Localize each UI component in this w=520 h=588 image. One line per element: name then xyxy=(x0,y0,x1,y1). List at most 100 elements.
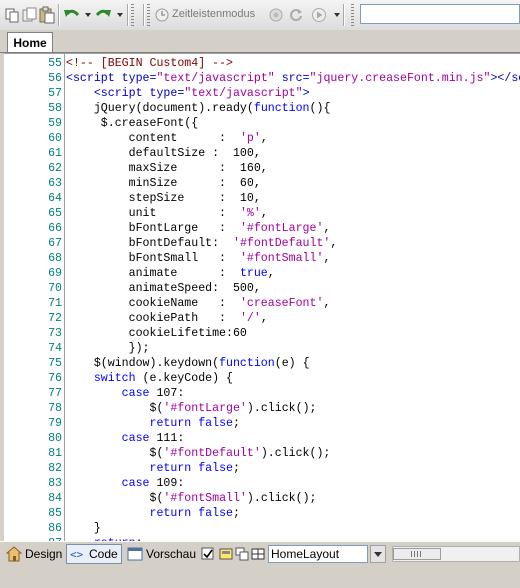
timeline-mode-icon[interactable] xyxy=(154,5,170,25)
tab-strip: Home xyxy=(0,30,520,53)
code-text: animate : true, xyxy=(66,266,275,281)
code-token: '#fontLarge' xyxy=(239,222,324,235)
preview-view-label: Vorschau xyxy=(146,547,197,561)
code-line[interactable]: 68 bFontSmall : '#fontSmall', xyxy=(4,251,520,266)
code-line[interactable]: 85 return false; xyxy=(4,506,520,521)
frames-toggle[interactable] xyxy=(235,544,252,564)
code-token: (e) { xyxy=(274,357,310,370)
line-number: 74 xyxy=(48,342,62,355)
code-text: case 111: xyxy=(66,431,185,446)
code-line[interactable]: 69 animate : true, xyxy=(4,266,520,281)
frames-icon xyxy=(235,547,249,561)
chevron-down-icon[interactable] xyxy=(370,545,386,563)
code-text: } xyxy=(66,521,101,536)
preview-view-button[interactable]: Vorschau xyxy=(127,544,196,564)
code-line[interactable]: 64 stepSize : 10, xyxy=(4,191,520,206)
code-line[interactable]: 61 defaultSize : 100, xyxy=(4,146,520,161)
code-line[interactable]: 57 <script type="text/javascript"> xyxy=(4,86,520,101)
undo-dropdown-icon[interactable] xyxy=(85,13,91,17)
code-line[interactable]: 75 $(window).keydown(function(e) { xyxy=(4,356,520,371)
code-line[interactable]: 74 }); xyxy=(4,341,520,356)
code-line[interactable]: 76 switch (e.keyCode) { xyxy=(4,371,520,386)
code-text: animateSpeed: 500, xyxy=(66,281,261,296)
code-line[interactable]: 78 $('#fontLarge').click(); xyxy=(4,401,520,416)
code-line[interactable]: 82 return false; xyxy=(4,461,520,476)
code-text: <script type="text/javascript"> xyxy=(66,86,310,101)
line-number: 59 xyxy=(48,117,62,130)
timeline-mode-button[interactable]: Zeitleistenmodus xyxy=(172,8,255,20)
code-token: '/' xyxy=(239,312,261,325)
code-line[interactable]: 56 <script type="text/javascript" src="jq… xyxy=(4,71,520,86)
code-line[interactable]: 59 $.creaseFont({ xyxy=(4,116,520,131)
code-token: '%' xyxy=(239,207,261,220)
checkbox-icon xyxy=(201,547,214,560)
code-view-button[interactable]: <> Code xyxy=(66,544,122,564)
code-line[interactable]: 63 minSize : 60, xyxy=(4,176,520,191)
code-line[interactable]: 80 case 111: xyxy=(4,431,520,446)
code-token: defaultSize : 100, xyxy=(66,147,261,160)
code-line[interactable]: 65 unit : '%', xyxy=(4,206,520,221)
play-icon[interactable] xyxy=(311,5,327,25)
toolbar-overflow-icon[interactable] xyxy=(334,13,340,17)
copy-icon[interactable] xyxy=(4,5,20,25)
validate-toggle[interactable] xyxy=(201,544,218,564)
code-token: , xyxy=(323,252,331,265)
code-line[interactable]: 60 content : 'p', xyxy=(4,131,520,146)
code-line[interactable]: 73 cookieLifetime:60 xyxy=(4,326,520,341)
code-token: type= xyxy=(121,72,157,85)
table-toggle[interactable] xyxy=(251,544,268,564)
layer-toggle[interactable] xyxy=(219,544,236,564)
code-line[interactable]: 81 $('#fontDefault').click(); xyxy=(4,446,520,461)
code-text: bFontDefault: '#fontDefault', xyxy=(66,236,338,251)
code-token: (){ xyxy=(309,102,331,115)
line-number: 75 xyxy=(48,357,62,370)
code-line[interactable]: 86 } xyxy=(4,521,520,536)
undo-icon[interactable] xyxy=(63,5,81,25)
line-number: 80 xyxy=(48,432,62,445)
line-number: 58 xyxy=(48,102,62,115)
code-line[interactable]: 66 bFontLarge : '#fontLarge', xyxy=(4,221,520,236)
code-line[interactable]: 71 cookieName : 'creaseFont', xyxy=(4,296,520,311)
code-token: ).click(); xyxy=(246,492,317,505)
code-line[interactable]: 62 maxSize : 160, xyxy=(4,161,520,176)
design-view-button[interactable]: Design xyxy=(6,544,62,564)
code-token: ></ xyxy=(490,72,512,85)
horizontal-scrollbar[interactable] xyxy=(392,546,520,562)
table-icon xyxy=(251,548,265,560)
layer-icon xyxy=(219,548,233,560)
code-token: ).click(); xyxy=(260,447,331,460)
code-text: maxSize : 160, xyxy=(66,161,268,176)
code-text: bFontLarge : '#fontLarge', xyxy=(66,221,331,236)
scrollbar-thumb[interactable] xyxy=(393,548,441,560)
code-line[interactable]: 84 $('#fontSmall').click(); xyxy=(4,491,520,506)
code-line[interactable]: 77 case 107: xyxy=(4,386,520,401)
code-token: case xyxy=(121,387,150,400)
layout-select[interactable]: HomeLayout xyxy=(268,545,368,563)
code-line[interactable]: 79 return false; xyxy=(4,416,520,431)
code-line[interactable]: 70 animateSpeed: 500, xyxy=(4,281,520,296)
refresh-icon[interactable] xyxy=(288,5,304,25)
line-number: 84 xyxy=(48,492,62,505)
paste-icon[interactable] xyxy=(38,5,56,25)
line-number: 85 xyxy=(48,507,62,520)
code-line[interactable]: 67 bFontDefault: '#fontDefault', xyxy=(4,236,520,251)
line-number: 79 xyxy=(48,417,62,430)
code-line[interactable]: 58 jQuery(document).ready(function(){ xyxy=(4,101,520,116)
copy-icon[interactable] xyxy=(22,5,38,25)
redo-icon[interactable] xyxy=(94,5,112,25)
code-token: return false xyxy=(149,462,234,475)
code-line[interactable]: 83 case 109: xyxy=(4,476,520,491)
code-token: jQuery(document).ready( xyxy=(66,102,254,115)
search-input[interactable] xyxy=(360,4,520,24)
code-token: 109: xyxy=(149,477,185,490)
tab-home[interactable]: Home xyxy=(7,32,53,52)
code-line[interactable]: 72 cookiePath : '/', xyxy=(4,311,520,326)
code-editor[interactable]: 55 <!-- [BEGIN Custom4] --> 56 <script type… xyxy=(4,53,520,542)
record-icon[interactable] xyxy=(268,5,284,25)
code-token: } xyxy=(66,522,101,535)
redo-dropdown-icon[interactable] xyxy=(117,13,123,17)
code-line[interactable]: 55 <!-- [BEGIN Custom4] --> xyxy=(4,56,520,71)
code-token: "jquery.creaseFont.min.js" xyxy=(309,72,491,85)
